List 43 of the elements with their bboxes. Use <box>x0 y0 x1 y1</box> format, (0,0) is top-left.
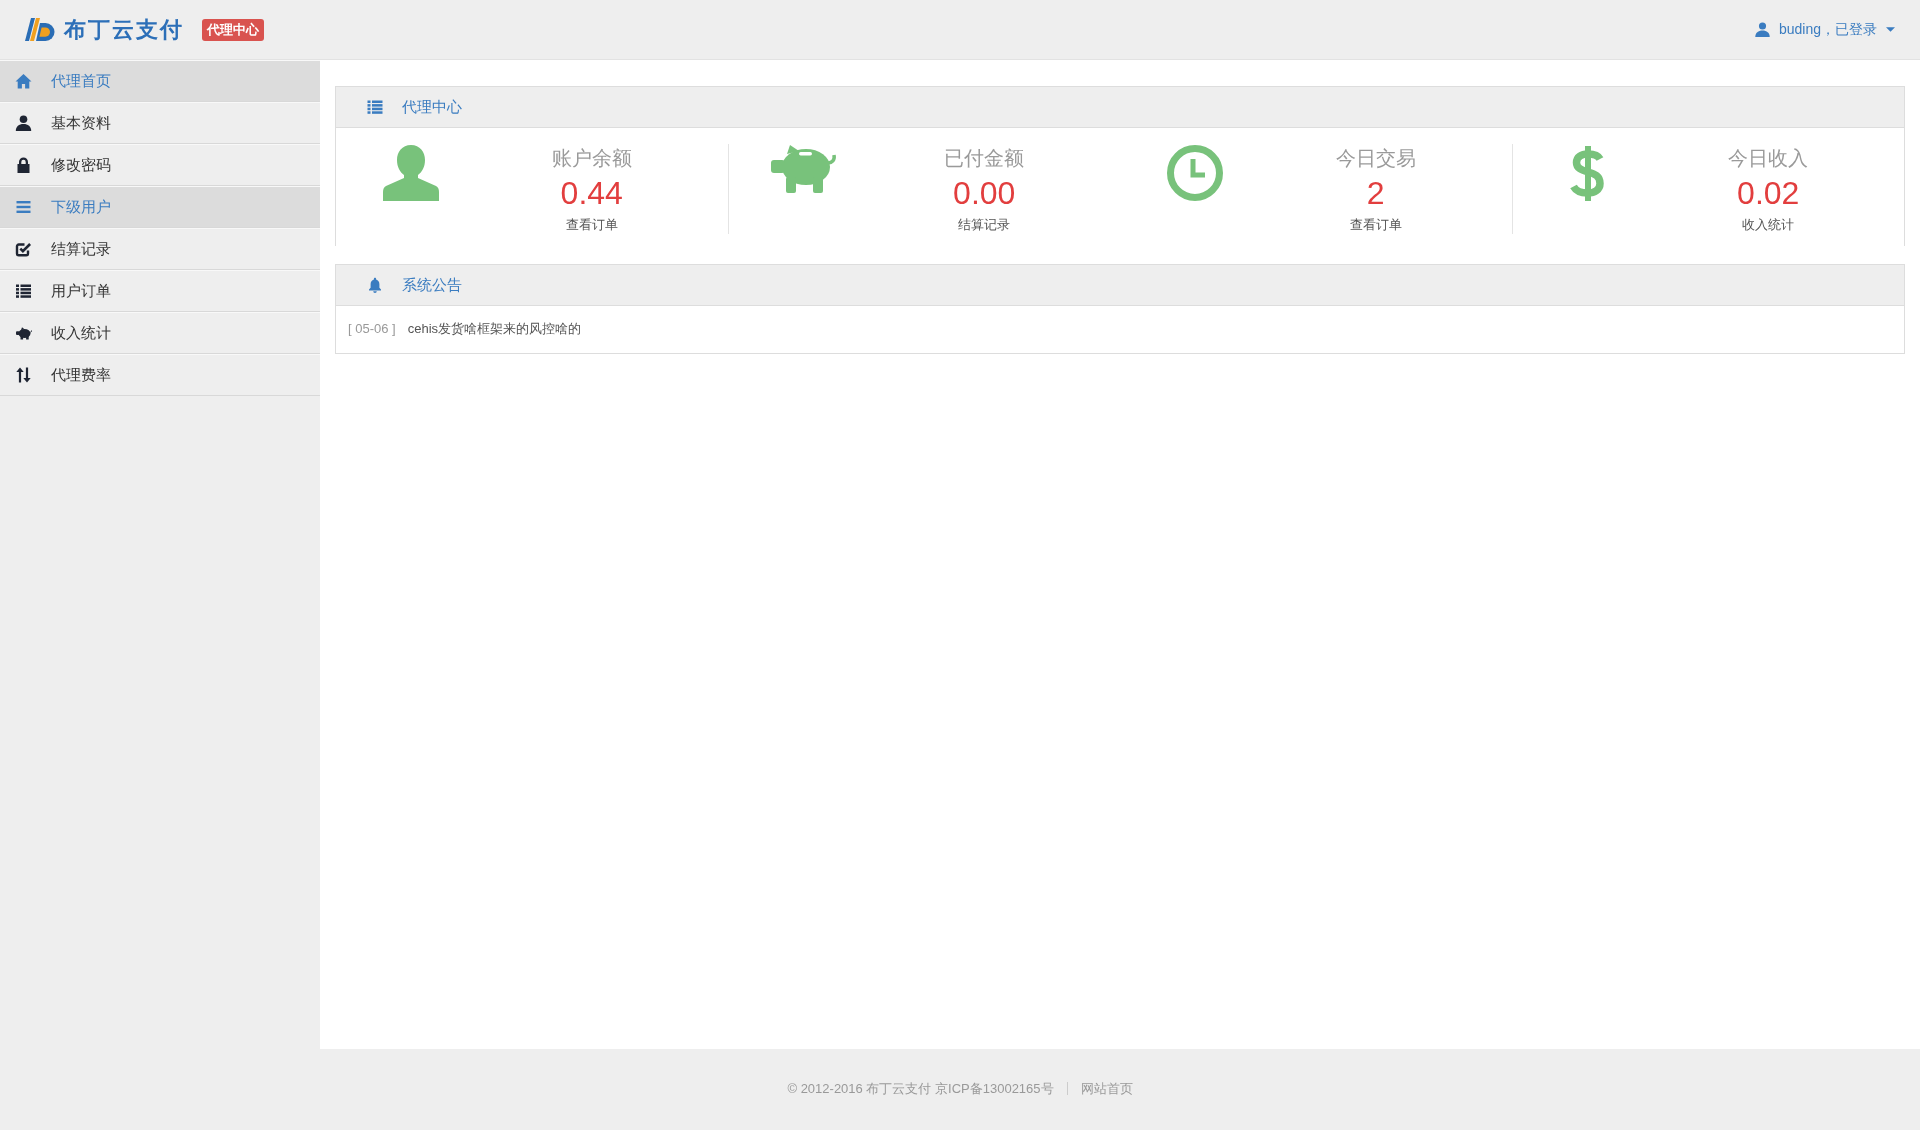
user-icon <box>383 145 439 201</box>
user-icon <box>15 115 32 131</box>
piggy-bank-icon <box>15 325 32 341</box>
sidebar-item[interactable]: 结算记录 <box>0 228 320 270</box>
notice-date: [ 05-06 ] <box>348 320 396 338</box>
copyright-text: © 2012-2016 布丁云支付 京ICP备13002165号 <box>787 1079 1054 1098</box>
stat-link[interactable]: 结算记录 <box>958 216 1011 234</box>
stat-link[interactable]: 查看订单 <box>565 216 618 234</box>
stat-title: 账户余额 <box>551 146 632 171</box>
notice-link[interactable]: cehis发货啥框架来的风控啥的 <box>407 320 582 338</box>
checkbox-icon <box>15 241 32 257</box>
stat-link[interactable]: 收入统计 <box>1742 216 1795 234</box>
menu-icon <box>15 199 32 215</box>
list-icon <box>367 99 383 115</box>
stat-title: 今日交易 <box>1335 146 1416 171</box>
sidebar-item[interactable]: 修改密码 <box>0 144 320 186</box>
user-icon <box>1754 22 1770 37</box>
sidebar-item[interactable]: 代理费率 <box>0 354 320 396</box>
panel-title: 代理中心 <box>402 97 462 117</box>
bell-icon <box>367 277 383 293</box>
piggy-bank-icon <box>770 145 837 193</box>
clock-icon <box>1167 145 1223 201</box>
stat-value: 2 <box>1366 175 1385 211</box>
stat-link[interactable]: 查看订单 <box>1349 216 1402 234</box>
sidebar-item[interactable]: 收入统计 <box>0 312 320 354</box>
home-icon <box>15 73 32 89</box>
sidebar-item[interactable]: 基本资料 <box>0 102 320 144</box>
dollar-icon <box>1569 145 1606 202</box>
sort-icon <box>15 367 32 383</box>
stat-value: 0.00 <box>953 175 1016 211</box>
sidebar-item[interactable]: 用户订单 <box>0 270 320 312</box>
stat-value: 0.44 <box>560 175 623 211</box>
section-badge: 代理中心 <box>202 18 264 41</box>
logo-text: 布丁云支付 <box>64 15 184 44</box>
panel-title: 系统公告 <box>402 275 462 295</box>
stat-title: 已付金额 <box>944 146 1025 171</box>
list-icon <box>15 283 32 299</box>
logo-icon <box>25 18 56 41</box>
caret-icon <box>1886 27 1895 32</box>
user-menu[interactable]: buding，已登录 <box>1754 16 1895 43</box>
stat-title: 今日收入 <box>1728 146 1809 171</box>
lock-icon <box>15 157 32 173</box>
stat-value: 0.02 <box>1737 175 1800 211</box>
